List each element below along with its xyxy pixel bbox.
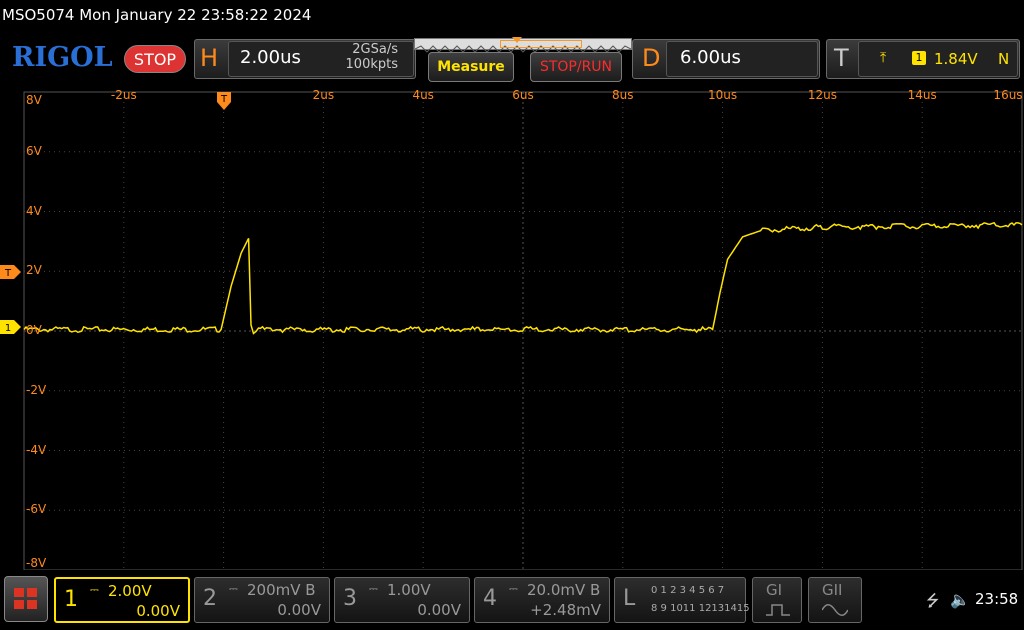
time-tick-label: -2us [110, 88, 137, 102]
dc-coupling-icon: ⎓ [229, 582, 238, 595]
channel-2-offset: 0.00V [277, 601, 321, 619]
la-channels-row-2: 8 9 1011 12131415 [651, 603, 750, 614]
menu-grid-icon [14, 588, 37, 609]
trigger-label: T [834, 44, 849, 72]
memory-depth: 100kpts [345, 57, 398, 72]
channel-2-number: 2 [203, 586, 217, 611]
run-state-badge[interactable]: STOP [124, 45, 186, 73]
time-tick-label: 16us [993, 88, 1023, 102]
grid [23, 91, 1023, 570]
rising-edge-icon: ⤒ [880, 50, 887, 66]
svg-text:T: T [220, 94, 228, 105]
channel-1-number: 1 [64, 587, 78, 612]
time-tick-label: 10us [708, 88, 738, 102]
trigger-level-marker-label: T [4, 268, 12, 279]
time-tick-label: 4us [412, 88, 434, 102]
time-tick-label: 2us [312, 88, 335, 102]
delay-label: D [642, 44, 661, 72]
voltage-tick-label: -6V [26, 502, 47, 517]
logic-analyzer-panel[interactable]: L 0 1 2 3 4 5 6 7 8 9 1011 12131415 [614, 577, 750, 623]
square-wave-icon [766, 604, 790, 616]
channel-3-scale: 1.00V [387, 581, 431, 599]
trigger-source-badge: 1 [912, 51, 926, 65]
la-channels-row-1: 0 1 2 3 4 5 6 7 [651, 585, 725, 596]
channel-2-panel[interactable]: 2 ⎓ 200mV B 0.00V [194, 577, 330, 623]
delay-value: 6.00us [680, 47, 741, 68]
generator-1-button[interactable]: GI [752, 577, 802, 623]
voltage-tick-label: 2V [26, 263, 42, 278]
trigger-level-marker[interactable]: T [0, 265, 22, 279]
la-letter: L [623, 586, 636, 611]
trigger-mode: N [998, 50, 1010, 68]
voltage-tick-label: -4V [26, 442, 47, 457]
channel-4-offset: +2.48mV [530, 601, 601, 619]
channel-1-offset: 0.00V [136, 602, 180, 620]
ch1-ground-marker[interactable]: 1 [0, 320, 22, 334]
generator-1-label: GI [766, 581, 783, 599]
channel-2-scale: 200mV B [247, 581, 316, 599]
generator-2-label: GII [822, 581, 843, 599]
voltage-tick-label: 8V [26, 93, 42, 107]
measure-button[interactable]: Measure [428, 52, 514, 82]
voltage-tick-label: 6V [26, 143, 42, 158]
time-tick-label: 14us [907, 88, 937, 102]
time-tick-label: 8us [612, 88, 634, 102]
sample-info: 2GSa/s 100kpts [322, 42, 398, 72]
channel-3-number: 3 [343, 586, 357, 611]
generator-2-button[interactable]: GII [808, 577, 862, 623]
sine-wave-icon [822, 604, 848, 616]
status-clock: 23:58 [975, 590, 1019, 608]
time-tick-label: 12us [807, 88, 837, 102]
channel-3-panel[interactable]: 3 ⎓ 1.00V 0.00V [334, 577, 470, 623]
channel-1-scale: 2.00V [108, 582, 152, 600]
voltage-tick-label: 0V [26, 323, 42, 337]
dc-coupling-icon: ⎓ [90, 583, 99, 596]
waveform-display[interactable] [0, 86, 1024, 570]
voltage-tick-label: 4V [26, 203, 42, 218]
voltage-tick-label: -2V [26, 382, 47, 397]
horizontal-label: H [200, 44, 219, 72]
speaker-muted-icon[interactable]: 🔈 [950, 590, 970, 609]
rigol-logo: RIGOL [12, 42, 113, 73]
usb-icon: ⭍ [926, 591, 940, 610]
trigger-position-indicator [512, 37, 522, 43]
trigger-level: 1.84V [934, 50, 978, 68]
channel-3-offset: 0.00V [417, 601, 461, 619]
channel-4-panel[interactable]: 4 ⎓ 20.0mV B +2.48mV [474, 577, 610, 623]
channel-4-scale: 20.0mV B [527, 581, 601, 599]
time-tick-label: 6us [512, 88, 534, 102]
ch1-ground-marker-label: 1 [5, 323, 11, 334]
horizontal-scale: 2.00us [240, 47, 301, 68]
voltage-tick-label: -8V [26, 556, 47, 570]
dc-coupling-icon: ⎓ [509, 582, 518, 595]
window-title: MSO5074 Mon January 22 23:58:22 2024 [2, 6, 312, 24]
dc-coupling-icon: ⎓ [369, 582, 378, 595]
channel-1-panel[interactable]: 1 ⎓ 2.00V 0.00V [54, 577, 190, 623]
sample-rate: 2GSa/s [352, 42, 398, 57]
stop-run-button[interactable]: STOP/RUN [530, 52, 622, 82]
channel-4-number: 4 [483, 586, 497, 611]
trigger-position-marker[interactable]: T [216, 90, 232, 114]
